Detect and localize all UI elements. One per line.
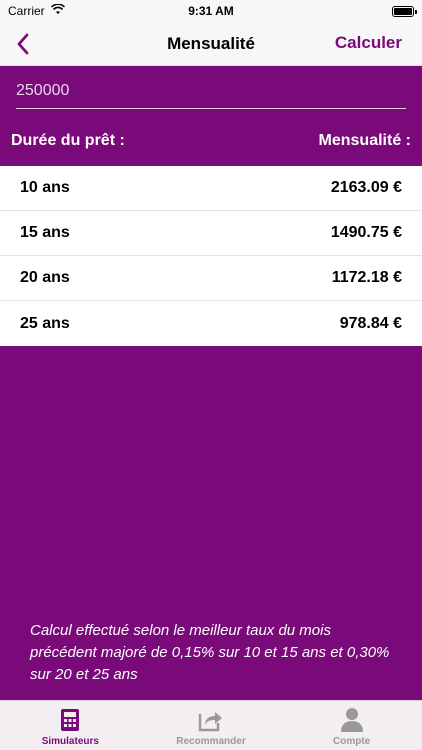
payment-header: Mensualité : (318, 132, 411, 149)
wifi-icon (50, 3, 65, 18)
tab-label: Simulateurs (41, 736, 99, 747)
payment-value: 2163.09 € (330, 179, 402, 196)
list-item: 20 ans 1172.18 € (0, 256, 422, 301)
share-icon (198, 707, 224, 733)
calculation-note: Calcul effectué selon le meilleur taux d… (30, 622, 390, 683)
payment-value: 1490.75 € (330, 224, 402, 241)
amount-input-area (0, 66, 422, 116)
duration-value: 20 ans (20, 269, 70, 286)
amount-input[interactable] (16, 73, 406, 109)
payment-value: 978.84 € (339, 314, 402, 332)
list-item: 15 ans 1490.75 € (0, 211, 422, 256)
duration-value: 15 ans (20, 224, 70, 241)
list-item: 10 ans 2163.09 € (0, 166, 422, 211)
list-item: 25 ans 978.84 € (0, 301, 422, 346)
battery-icon (392, 5, 417, 17)
tab-recommander[interactable]: Recommander (141, 701, 281, 747)
calculate-button[interactable]: Calculer (335, 33, 402, 53)
chevron-left-icon (17, 33, 29, 55)
tab-label: Compte (333, 736, 371, 747)
tab-compte[interactable]: Compte (282, 701, 422, 747)
payment-value: 1172.18 € (331, 269, 402, 286)
status-time: 9:31 AM (188, 4, 234, 18)
results-list: 10 ans 2163.09 € 15 ans 1490.75 € 20 ans… (0, 166, 422, 346)
back-button[interactable] (10, 30, 36, 58)
carrier-label: Carrier (8, 4, 45, 18)
table-header: Durée du prêt : Mensualité : (0, 116, 422, 166)
status-bar: Carrier 9:31 AM (0, 0, 422, 22)
tab-simulateurs[interactable]: Simulateurs (0, 701, 140, 747)
tab-label: Recommander (176, 736, 246, 747)
page-title: Mensualité (167, 33, 255, 53)
duration-header: Durée du prêt : (11, 132, 125, 149)
person-icon (339, 707, 365, 733)
calculator-icon (57, 707, 83, 733)
navigation-bar: Mensualité Calculer (0, 22, 422, 66)
duration-value: 10 ans (20, 179, 70, 196)
tab-bar: Simulateurs Recommander Compte (0, 700, 422, 750)
duration-value: 25 ans (20, 314, 70, 332)
